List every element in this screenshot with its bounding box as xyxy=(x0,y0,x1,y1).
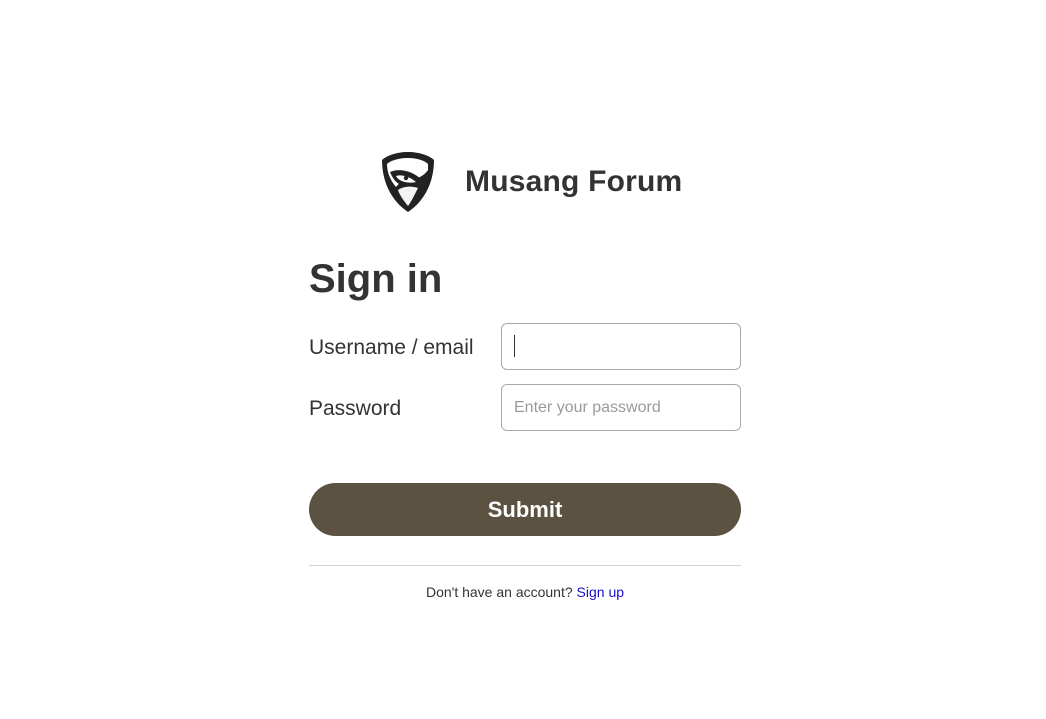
password-input[interactable] xyxy=(501,384,741,431)
page-title: Sign in xyxy=(309,257,443,301)
sign-up-link[interactable]: Sign up xyxy=(577,584,624,600)
badger-shield-icon xyxy=(382,152,434,212)
text-cursor xyxy=(514,335,515,357)
username-label: Username / email xyxy=(309,336,474,359)
submit-button[interactable]: Submit xyxy=(309,483,741,536)
password-label: Password xyxy=(309,397,402,420)
username-input[interactable] xyxy=(501,323,741,370)
brand-header: Musang Forum xyxy=(378,150,682,214)
brand-name: Musang Forum xyxy=(465,165,683,198)
signup-prompt-text: Don't have an account? xyxy=(425,584,573,600)
divider xyxy=(309,565,741,566)
signup-prompt: Don't have an account? Sign up xyxy=(309,583,741,601)
